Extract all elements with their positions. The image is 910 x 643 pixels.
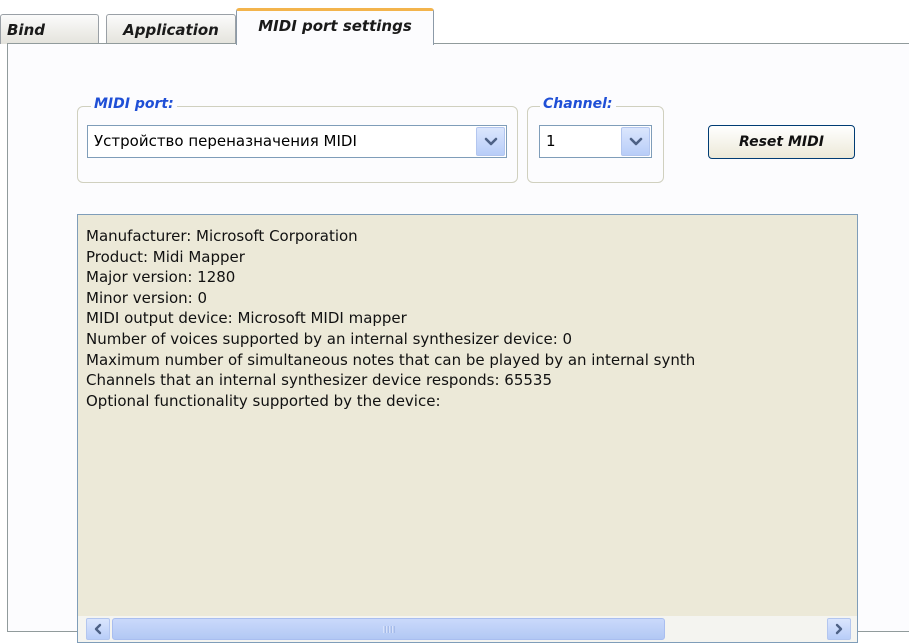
info-line: Minor version: 0 bbox=[86, 288, 208, 307]
midi-port-legend: MIDI port: bbox=[91, 96, 177, 112]
channel-group: Channel: 1 bbox=[527, 96, 664, 183]
midi-settings-panel: MIDI port: Устройство переназначения MID… bbox=[7, 43, 909, 643]
chevron-down-icon bbox=[629, 137, 642, 145]
info-line: Number of voices supported by an interna… bbox=[86, 329, 573, 348]
channel-dropdown-button[interactable] bbox=[621, 127, 650, 156]
midi-port-dropdown[interactable]: Устройство переназначения MIDI bbox=[87, 125, 507, 158]
tab-bind-label: Bind bbox=[7, 20, 45, 39]
info-line: MIDI output device: Microsoft MIDI mappe… bbox=[86, 309, 407, 328]
info-line: Optional functionality supported by the … bbox=[86, 391, 441, 410]
midi-port-dropdown-button[interactable] bbox=[476, 127, 505, 156]
tab-midi-port-settings-label: MIDI port settings bbox=[258, 17, 412, 35]
tab-bind[interactable]: Bind bbox=[0, 14, 99, 44]
midi-port-value: Устройство переназначения MIDI bbox=[94, 132, 357, 150]
grip-icon bbox=[383, 625, 394, 633]
tab-strip: Bind Application MIDI port settings bbox=[0, 0, 910, 45]
channel-value: 1 bbox=[546, 132, 556, 150]
device-info-textarea[interactable]: Manufacturer: Microsoft Corporation Prod… bbox=[77, 214, 858, 643]
info-line: Major version: 1280 bbox=[86, 268, 236, 287]
info-line: Channels that an internal synthesizer de… bbox=[86, 371, 553, 390]
reset-midi-button[interactable]: Reset MIDI bbox=[708, 125, 855, 159]
tab-application-label: Application bbox=[123, 20, 219, 39]
arrow-right-icon bbox=[835, 623, 843, 635]
scroll-thumb[interactable] bbox=[112, 618, 665, 640]
device-info-lines: Manufacturer: Microsoft Corporation Prod… bbox=[86, 226, 857, 411]
scroll-left-button[interactable] bbox=[86, 618, 110, 640]
info-line: Product: Midi Mapper bbox=[86, 247, 245, 266]
chevron-down-icon bbox=[484, 137, 497, 145]
info-line: Maximum number of simultaneous notes tha… bbox=[86, 350, 696, 369]
arrow-left-icon bbox=[94, 623, 102, 635]
channel-dropdown[interactable]: 1 bbox=[539, 125, 652, 158]
tab-midi-port-settings[interactable]: MIDI port settings bbox=[236, 8, 434, 45]
info-line: Manufacturer: Microsoft Corporation bbox=[86, 227, 358, 245]
reset-midi-label: Reset MIDI bbox=[739, 134, 824, 150]
tab-application[interactable]: Application bbox=[106, 14, 236, 44]
scroll-right-button[interactable] bbox=[827, 618, 851, 640]
channel-legend: Channel: bbox=[540, 96, 616, 112]
midi-port-group: MIDI port: Устройство переназначения MID… bbox=[77, 96, 518, 183]
horizontal-scrollbar[interactable] bbox=[78, 616, 857, 642]
